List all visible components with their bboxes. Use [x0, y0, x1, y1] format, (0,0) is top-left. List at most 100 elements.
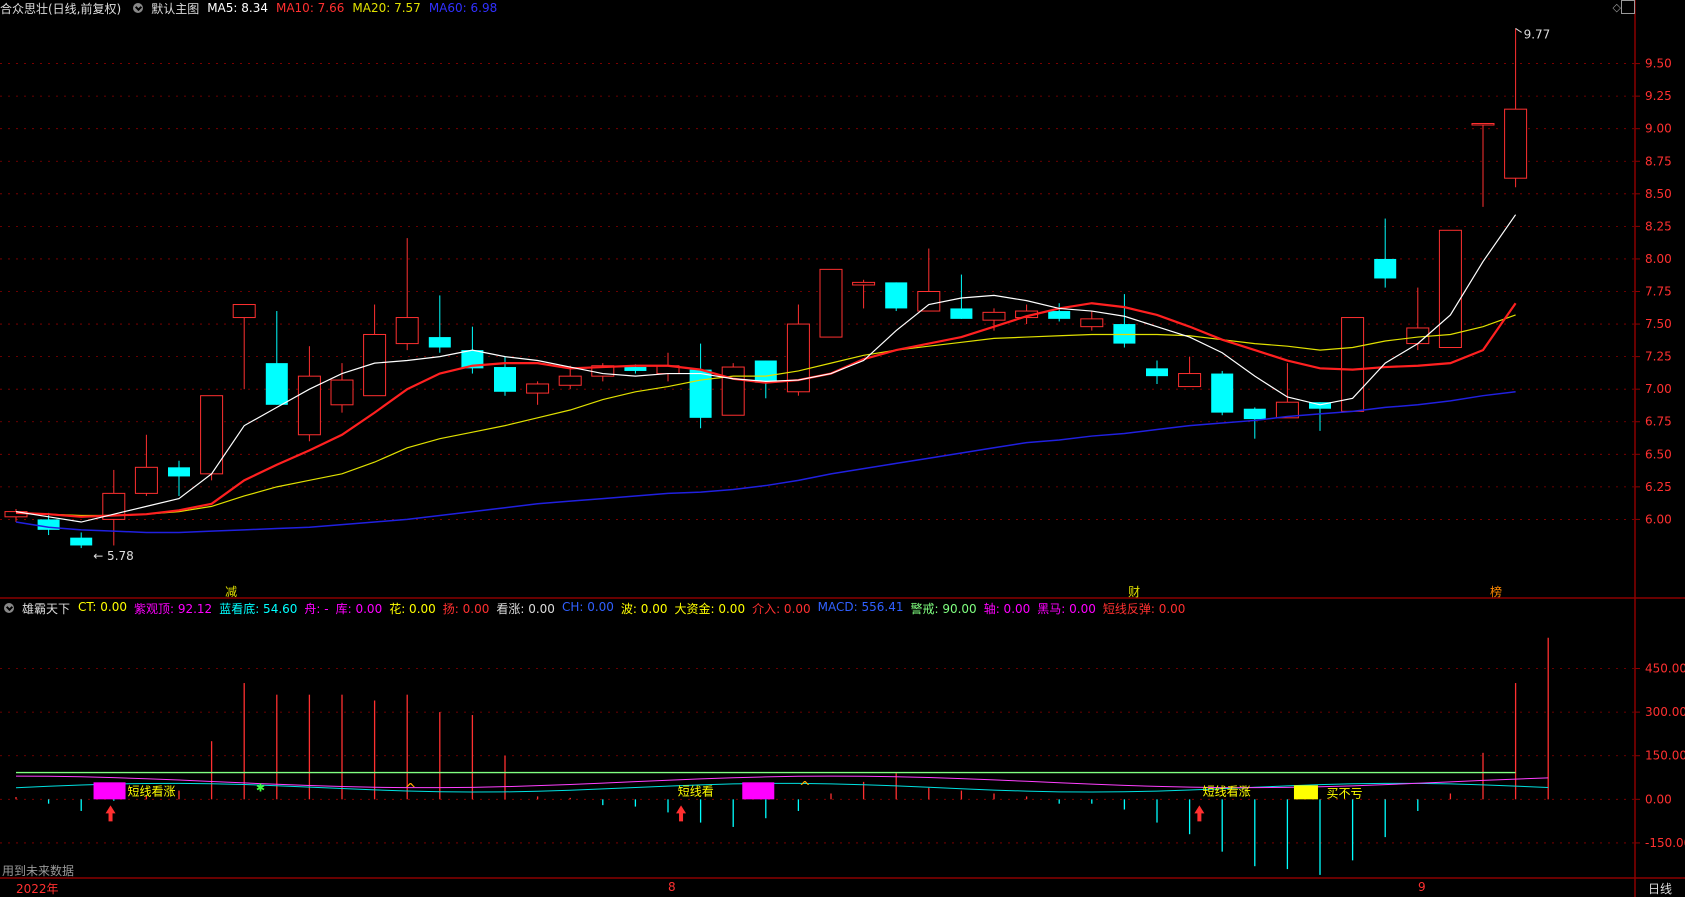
indicator-value-10: 大资金: 0.00: [674, 601, 746, 616]
candle-body-up: [134, 466, 158, 494]
candle-body-down: [265, 363, 288, 405]
indicator-readouts: CT: 0.00 紫观顶: 92.12 蓝看底: 54.60 舟: - 库: 0.00 花…: [78, 600, 1185, 617]
chart-canvas[interactable]: 9.50 9.25 9.00 8.75 8.50 8.25 8.00 7.75 7.50 7.25…: [0, 0, 1685, 897]
indicator-value-9: 波: 0.00: [620, 601, 668, 616]
caret-marker-icon: ^: [799, 779, 811, 795]
price-axis-label: 6.25: [1645, 480, 1672, 494]
indicator-dropdown-icon[interactable]: [4, 603, 14, 613]
price-axis-label: 8.50: [1645, 187, 1672, 201]
cyan-indicator-line: [15, 782, 1549, 793]
candle-body-down: [428, 337, 451, 348]
price-axis-label: 7.00: [1645, 382, 1672, 396]
indicator-value-4: 库: 0.00: [335, 601, 383, 616]
event-marker-1: 减: [225, 585, 237, 599]
candle-body-up: [1341, 317, 1365, 412]
buy-arrow-icon: [105, 805, 116, 822]
candle-body-up: [1080, 318, 1104, 328]
candle-body-up: [721, 366, 745, 416]
date-year-label: 2022年: [16, 882, 59, 896]
candle-body-up: [1178, 373, 1202, 388]
signal-box: [742, 782, 775, 800]
candle-body-down: [950, 308, 973, 319]
indicator-axis-label: 450.00: [1645, 662, 1685, 676]
diamond-icon[interactable]: ◇: [1613, 1, 1621, 14]
candle-body-up: [1504, 108, 1528, 179]
candle-body-down: [1048, 311, 1071, 319]
buy-arrow-icon: [676, 805, 687, 822]
signal-label-sig3: 短线看涨: [1203, 783, 1251, 798]
candle-body-up: [917, 291, 941, 312]
indicator-value-2: 蓝看底: 54.60: [219, 601, 298, 616]
signal-box: [93, 782, 126, 800]
candle-body-up: [232, 304, 256, 319]
candle-body-down: [1211, 373, 1234, 413]
candle-body-up: [330, 379, 354, 406]
signal-label-sig4: 买不亏: [1327, 786, 1363, 800]
candle-body-down: [754, 360, 777, 383]
buy-arrow-icon: [1194, 805, 1205, 822]
high-arrow-icon: [1515, 28, 1522, 33]
caret-marker-icon: ^: [405, 781, 417, 797]
price-axis-label: 7.75: [1645, 285, 1672, 299]
indicator-value-3: 舟: -: [304, 601, 329, 616]
candle-body-up: [395, 317, 419, 345]
candle-body-down: [70, 537, 93, 546]
indicator-value-12: MACD: 556.41: [817, 599, 904, 614]
ma5-readout: MA5: 8.34: [207, 1, 268, 15]
price-axis-label: 8.25: [1645, 219, 1672, 233]
candle-body-up: [1438, 229, 1462, 349]
stock-name[interactable]: 合众思壮(日线,前复权): [0, 0, 121, 17]
price-axis-label: 8.75: [1645, 154, 1672, 168]
price-axis-label: 8.00: [1645, 252, 1672, 266]
signal-box-yellow: [1293, 785, 1318, 800]
indicator-value-15: 黑马: 0.00: [1037, 601, 1096, 616]
candle-body-down: [1113, 324, 1136, 344]
price-axis-label: 6.50: [1645, 447, 1672, 461]
indicator-value-16: 短线反弹: 0.00: [1102, 601, 1186, 616]
ma10-readout: MA10: 7.66: [275, 1, 345, 15]
price-axis-label: 7.25: [1645, 350, 1672, 364]
ma60-readout: MA60: 6.98: [428, 1, 498, 15]
date-month-9: 9: [1418, 880, 1426, 894]
template-label[interactable]: 默认主图: [151, 0, 199, 17]
ma20-readout: MA20: 7.57: [352, 1, 421, 15]
price-axis-label: 6.00: [1645, 512, 1672, 526]
indicator-header: 雄霸天下 CT: 0.00 紫观顶: 92.12 蓝看底: 54.60 舟: - 库: …: [0, 600, 1185, 616]
price-axis-label: 6.75: [1645, 415, 1672, 429]
price-axis-label: 9.25: [1645, 89, 1672, 103]
candle-body-down: [494, 367, 516, 392]
low-price-label: ← 5.78: [93, 549, 134, 563]
future-data-note: 用到未来数据: [2, 864, 75, 878]
price-axis-label: 7.50: [1645, 317, 1672, 331]
dropdown-check-icon[interactable]: [133, 3, 144, 13]
indicator-axis-label: -150.00: [1645, 836, 1685, 850]
indicator-axis-label: 0.00: [1645, 792, 1672, 806]
candle-body-up: [526, 383, 550, 394]
price-axis-label: 9.50: [1645, 57, 1672, 71]
indicator-axis-label: 300.00: [1645, 705, 1685, 719]
event-marker-2: 财: [1128, 585, 1140, 599]
indicator-value-13: 警戒: 90.00: [910, 601, 977, 616]
indicator-name[interactable]: 雄霸天下: [22, 600, 70, 617]
period-label[interactable]: 日线: [1648, 880, 1672, 897]
indicator-value-8: CH: 0.00: [561, 599, 614, 614]
indicator-value-0: CT: 0.00: [78, 599, 127, 614]
star-marker-icon: ✱: [256, 781, 265, 794]
event-marker-3: 榜: [1490, 584, 1502, 599]
candle-body-up: [982, 311, 1006, 321]
signal-label-sig2: 短线看: [678, 784, 714, 798]
main-chart-header: 合众思壮(日线,前复权) 默认主图 MA5: 8.34 MA10: 7.66 M…: [0, 0, 497, 16]
signal-label-sig1: 短线看涨: [128, 783, 176, 798]
candle-body-down: [1243, 408, 1266, 420]
indicator-value-6: 扬: 0.00: [442, 601, 490, 616]
indicator-value-1: 紫观顶: 92.12: [133, 601, 213, 616]
indicator-value-5: 花: 0.00: [389, 601, 436, 616]
indicator-value-14: 轴: 0.00: [983, 601, 1031, 616]
candle-body-up: [1406, 327, 1430, 345]
panel-toggle-icon[interactable]: [1621, 0, 1635, 14]
indicator-axis-label: 150.00: [1645, 749, 1685, 763]
candle-body-down: [1146, 368, 1168, 377]
date-month-8: 8: [668, 880, 676, 894]
candle-body-down: [168, 467, 190, 477]
high-price-label: 9.77: [1524, 27, 1551, 41]
